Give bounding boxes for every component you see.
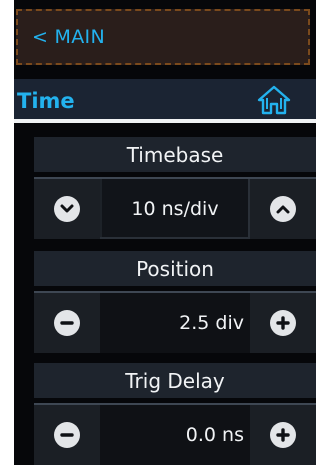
timebase-value[interactable]: 10 ns/div	[100, 179, 250, 239]
position-control: 2.5 div	[34, 291, 316, 353]
chevron-down-icon	[54, 196, 80, 222]
trig-delay-label: Trig Delay	[34, 363, 316, 398]
position-increase-button[interactable]	[250, 293, 316, 353]
trig-delay-value[interactable]: 0.0 ns	[100, 405, 250, 465]
back-to-main-button[interactable]: < MAIN	[16, 9, 310, 65]
timebase-decrease-button[interactable]	[34, 179, 100, 239]
timebase-label: Timebase	[34, 137, 316, 172]
position-label: Position	[34, 251, 316, 286]
minus-icon	[54, 310, 80, 336]
section-header: Time	[14, 79, 316, 123]
minus-icon	[54, 422, 80, 448]
timebase-control: 10 ns/div	[34, 177, 316, 239]
time-settings-panel: < MAIN Time Timebase 10 ns/div Position	[14, 0, 316, 465]
plus-icon	[270, 422, 296, 448]
trig-delay-increase-button[interactable]	[250, 405, 316, 465]
position-value[interactable]: 2.5 div	[100, 293, 250, 353]
home-icon[interactable]	[257, 85, 291, 119]
section-title: Time	[17, 89, 75, 113]
plus-icon	[270, 310, 296, 336]
position-decrease-button[interactable]	[34, 293, 100, 353]
trig-delay-decrease-button[interactable]	[34, 405, 100, 465]
chevron-up-icon	[270, 196, 296, 222]
back-to-main-label: < MAIN	[32, 26, 105, 48]
timebase-increase-button[interactable]	[250, 179, 316, 239]
trig-delay-control: 0.0 ns	[34, 403, 316, 465]
